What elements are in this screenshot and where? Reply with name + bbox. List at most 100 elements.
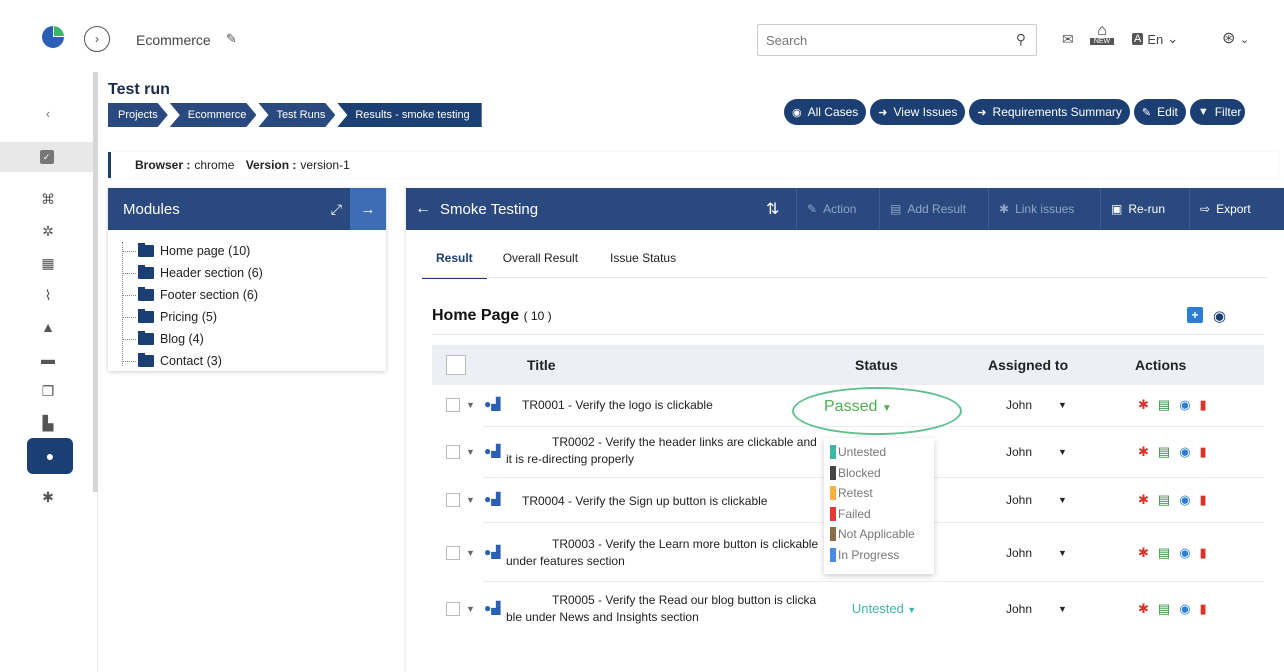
status-option-failed[interactable]: Failed [830, 504, 928, 525]
mail-icon[interactable]: ✉ [1062, 31, 1074, 48]
trash-icon[interactable]: ▮ [1200, 444, 1207, 460]
export-button[interactable]: ⇨ Export [1189, 188, 1261, 230]
caret-down-icon[interactable]: ▼ [1058, 495, 1067, 505]
status-option-blocked[interactable]: Blocked [830, 463, 928, 484]
caret-down-icon[interactable]: ▼ [466, 447, 475, 457]
row-assignee[interactable]: John [1006, 445, 1032, 459]
expand-icon[interactable]: ⤢ [331, 201, 342, 218]
eye-icon[interactable]: ◉ [1179, 601, 1190, 617]
caret-down-icon[interactable]: ▼ [1058, 604, 1067, 614]
language-selector[interactable]: A En ⌄ [1132, 31, 1178, 47]
caret-down-icon[interactable]: ▼ [466, 495, 475, 505]
link-issues-button[interactable]: ✱ Link issues [988, 188, 1084, 230]
collapse-modules-button[interactable]: → [350, 188, 386, 230]
row-assignee[interactable]: John [1006, 398, 1032, 412]
expand-sidebar-button[interactable]: › [84, 26, 110, 52]
back-arrow-icon[interactable]: ← [406, 200, 440, 218]
row-checkbox[interactable] [446, 602, 460, 616]
module-item[interactable]: Home page (10) [122, 240, 386, 262]
sidebar-item-network[interactable]: ✲ [28, 216, 68, 246]
caret-down-icon[interactable]: ▼ [466, 400, 475, 410]
bug-icon[interactable]: ✱ [1138, 492, 1149, 508]
trash-icon[interactable]: ▮ [1200, 492, 1207, 508]
sidebar-item-test-plans[interactable]: ✓ [0, 142, 93, 172]
module-item[interactable]: Footer section (6) [122, 284, 386, 306]
add-result-button[interactable]: ▤ Add Result [879, 188, 976, 230]
select-all-checkbox[interactable] [446, 355, 466, 375]
status-option-not-applicable[interactable]: Not Applicable [830, 524, 928, 545]
eye-icon[interactable]: ◉ [1179, 444, 1190, 460]
sidebar-item-binoculars[interactable]: ⌘ [28, 184, 68, 214]
clipboard-icon[interactable]: ▤ [1158, 397, 1170, 413]
bug-icon[interactable]: ✱ [1138, 397, 1149, 413]
sidebar-item-attachments[interactable]: ⌇ [28, 280, 68, 310]
bug-icon[interactable]: ✱ [1138, 545, 1149, 561]
add-case-icon[interactable]: + [1187, 307, 1203, 323]
bug-icon[interactable]: ✱ [1138, 444, 1149, 460]
search-input[interactable] [758, 25, 998, 55]
sidebar-item-bugs[interactable]: ✱ [28, 482, 68, 512]
clipboard-icon[interactable]: ▤ [1158, 601, 1170, 617]
user-menu[interactable]: ⊛ ⌄ [1222, 28, 1249, 48]
module-item[interactable]: Header section (6) [122, 262, 386, 284]
clipboard-icon[interactable]: ▤ [1158, 444, 1170, 460]
sidebar-item-test-runs[interactable]: ● [27, 438, 73, 474]
clipboard-icon[interactable]: ▤ [1158, 545, 1170, 561]
status-option-untested[interactable]: Untested [830, 442, 928, 463]
app-logo[interactable] [40, 24, 66, 50]
whats-new-button[interactable]: ⌂ NEW [1090, 22, 1114, 50]
pencil-icon[interactable]: ✎ [226, 31, 237, 47]
section-divider [432, 334, 1264, 335]
row-checkbox[interactable] [446, 546, 460, 560]
search-icon[interactable]: ⚲ [1016, 31, 1026, 48]
requirements-summary-button[interactable]: ➜ Requirements Summary [969, 99, 1130, 125]
sidebar-scrollbar[interactable] [93, 72, 98, 492]
status-option-in-progress[interactable]: In Progress [830, 545, 928, 566]
tab-issue-status[interactable]: Issue Status [594, 246, 692, 279]
sidebar-item-building[interactable]: ▦ [28, 248, 68, 278]
row-assignee[interactable]: John [1006, 602, 1032, 616]
module-item[interactable]: Contact (3) [122, 350, 386, 372]
eye-icon[interactable]: ◉ [1179, 397, 1190, 413]
caret-down-icon[interactable]: ▼ [1058, 447, 1067, 457]
collapse-sidebar-button[interactable]: ‹ [28, 98, 68, 128]
view-issues-button[interactable]: ➜ View Issues [870, 99, 966, 125]
tab-overall-result[interactable]: Overall Result [487, 246, 594, 279]
sidebar-item-copy[interactable]: ❐ [28, 376, 68, 406]
status-dropdown[interactable]: Passed ▼ [824, 398, 892, 416]
trash-icon[interactable]: ▮ [1200, 545, 1207, 561]
status-option-retest[interactable]: Retest [830, 483, 928, 504]
breadcrumb-ecommerce[interactable]: Ecommerce [170, 103, 257, 127]
breadcrumb-test-runs[interactable]: Test Runs [258, 103, 335, 127]
row-assignee[interactable]: John [1006, 493, 1032, 507]
row-checkbox[interactable] [446, 445, 460, 459]
caret-down-icon[interactable]: ▼ [466, 548, 475, 558]
row-status[interactable]: Untested ▼ [824, 601, 944, 616]
eye-icon[interactable]: ◉ [1179, 492, 1190, 508]
caret-down-icon[interactable]: ▼ [1058, 548, 1067, 558]
sidebar-item-reports[interactable]: ▙ [28, 408, 68, 438]
clipboard-icon[interactable]: ▤ [1158, 492, 1170, 508]
module-item[interactable]: Pricing (5) [122, 306, 386, 328]
edit-button[interactable]: ✎ Edit [1133, 99, 1186, 125]
sidebar-item-road[interactable]: ▲ [28, 312, 68, 342]
eye-icon[interactable]: ◉ [1213, 307, 1226, 325]
eye-icon[interactable]: ◉ [1179, 545, 1190, 561]
filter-button[interactable]: ▼ Filter [1189, 99, 1246, 125]
bug-icon[interactable]: ✱ [1138, 601, 1149, 617]
caret-down-icon[interactable]: ▼ [466, 604, 475, 614]
module-item[interactable]: Blog (4) [122, 328, 386, 350]
row-checkbox[interactable] [446, 398, 460, 412]
all-cases-button[interactable]: ◉ All Cases [784, 99, 867, 125]
action-button[interactable]: ✎ Action [796, 188, 866, 230]
breadcrumb-projects[interactable]: Projects [108, 103, 168, 127]
trash-icon[interactable]: ▮ [1200, 397, 1207, 413]
tab-result[interactable]: Result [422, 246, 487, 279]
sidebar-item-archive[interactable]: ▬ [28, 344, 68, 374]
caret-down-icon[interactable]: ▼ [1058, 400, 1067, 410]
trash-icon[interactable]: ▮ [1200, 601, 1207, 617]
sort-button[interactable]: ⇅ [756, 188, 789, 230]
rerun-button[interactable]: ▣ Re-run [1100, 188, 1175, 230]
row-assignee[interactable]: John [1006, 546, 1032, 560]
row-checkbox[interactable] [446, 493, 460, 507]
